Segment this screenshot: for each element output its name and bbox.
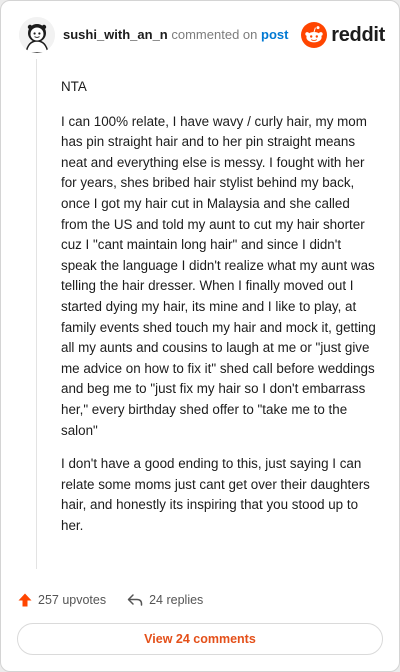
comment-body: NTA I can 100% relate, I have wavy / cur…: [61, 77, 377, 549]
thread-line: [36, 59, 37, 569]
comment-paragraph: NTA: [61, 79, 87, 94]
upvote-arrow-icon: [18, 593, 32, 607]
reply-stat[interactable]: 24 replies: [126, 592, 203, 608]
reply-count: 24 replies: [149, 593, 204, 607]
comment-paragraph: I don't have a good ending to this, just…: [61, 456, 370, 533]
upvote-stat[interactable]: 257 upvotes: [17, 592, 106, 608]
post-link[interactable]: post: [261, 27, 288, 42]
username-link[interactable]: sushi_with_an_n: [63, 27, 168, 42]
commenter-line: sushi_with_an_n commented on post: [63, 27, 288, 42]
comment-footer: 257 upvotes 24 replies: [17, 589, 223, 611]
view-comments-button[interactable]: View 24 comments: [17, 623, 383, 655]
comment-header: sushi_with_an_n commented on post reddit: [15, 15, 387, 55]
avatar[interactable]: [19, 17, 55, 53]
comment-paragraph: I can 100% relate, I have wavy / curly h…: [61, 113, 376, 438]
snoo-avatar-icon: [19, 17, 55, 53]
upvote-count: 257 upvotes: [38, 593, 107, 607]
reddit-logo[interactable]: reddit: [301, 21, 385, 49]
commented-on-text: commented on: [171, 27, 258, 42]
reply-arrow-icon: [127, 594, 143, 606]
comment-card: sushi_with_an_n commented on post reddit…: [0, 0, 400, 672]
reddit-wordmark: reddit: [331, 23, 385, 46]
reddit-snoo-icon: [301, 22, 328, 48]
